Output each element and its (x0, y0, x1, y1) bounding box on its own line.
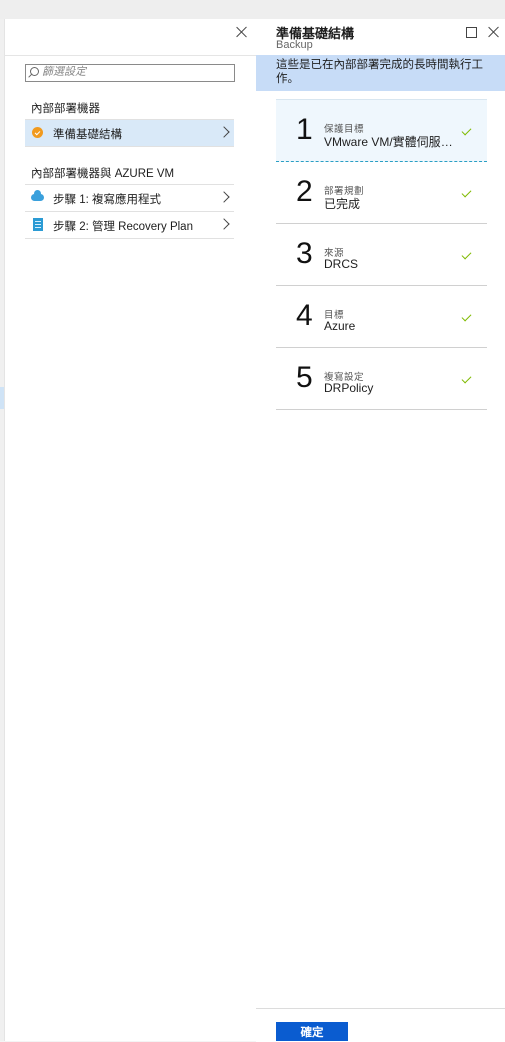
step-number: 4 (296, 299, 313, 332)
filter-settings-input[interactable] (25, 64, 235, 82)
step-number: 5 (296, 361, 313, 394)
blade-footer: 確定 (256, 1008, 505, 1042)
chevron-right-icon (218, 126, 230, 138)
step-value: DRCS (324, 257, 359, 271)
section-heading-onprem: 內部部署機器 (31, 103, 100, 115)
search-icon (30, 67, 39, 76)
checkmark-icon (461, 125, 472, 136)
right-blade: 準備基礎結構 Backup 這些是已在內部部署完成的長時間執行工作。 1 保護目… (256, 19, 505, 1042)
left-blade: 內部部署機器 準備基礎結構 內部部署機器與 AZURE VM 步驟 1: 複寫應… (0, 19, 257, 1041)
step-value: Azure (324, 319, 356, 333)
portal-top-bar (0, 0, 505, 20)
step-number: 3 (296, 237, 313, 270)
cloud-icon (31, 190, 44, 201)
step-source[interactable]: 3 來源 DRCS (276, 224, 487, 286)
maximize-icon[interactable] (466, 27, 477, 38)
close-icon[interactable] (236, 26, 248, 38)
menu-item-label: 準備基礎結構 (53, 129, 122, 141)
menu-item-manage-recovery-plan[interactable]: 步驟 2: 管理 Recovery Plan (25, 212, 234, 239)
book-icon (33, 218, 43, 231)
collapsed-blade-marker (0, 387, 4, 409)
checkmark-icon (461, 311, 472, 322)
menu-item-replicate-application[interactable]: 步驟 1: 複寫應用程式 (25, 184, 234, 212)
step-value: DRPolicy (324, 381, 374, 395)
step-value: 已完成 (324, 197, 361, 211)
menu-item-label: 步驟 1: 複寫應用程式 (53, 194, 161, 206)
checkmark-icon (461, 187, 472, 198)
steps-list: 1 保護目標 VMware VM/實體伺服器到 Azure 2 部署規劃 已完成… (276, 99, 487, 410)
step-number: 2 (296, 175, 313, 208)
ok-button[interactable]: 確定 (276, 1022, 348, 1041)
checkmark-icon (461, 249, 472, 260)
filter-input[interactable] (42, 65, 228, 79)
step-number: 1 (296, 113, 313, 146)
step-deployment-planning[interactable]: 2 部署規劃 已完成 (276, 162, 487, 224)
blade-subtitle: Backup (276, 39, 313, 51)
step-target[interactable]: 4 目標 Azure (276, 286, 487, 348)
menu-item-prepare-infrastructure[interactable]: 準備基礎結構 (25, 119, 234, 147)
left-blade-header (4, 19, 256, 56)
chevron-right-icon (218, 191, 230, 203)
section-heading-onprem-azure: 內部部署機器與 AZURE VM (31, 168, 175, 180)
menu-item-label: 步驟 2: 管理 Recovery Plan (53, 221, 193, 233)
step-protection-goal[interactable]: 1 保護目標 VMware VM/實體伺服器到 Azure (276, 99, 487, 162)
orange-check-circle-icon (32, 127, 43, 138)
step-replication-settings[interactable]: 5 複寫設定 DRPolicy (276, 348, 487, 410)
collapsed-blade-edge[interactable] (0, 19, 5, 1041)
step-value: VMware VM/實體伺服器到 Azure (324, 135, 462, 149)
checkmark-icon (461, 373, 472, 384)
chevron-right-icon (218, 218, 230, 230)
info-banner: 這些是已在內部部署完成的長時間執行工作。 (256, 55, 505, 91)
info-text: 這些是已在內部部署完成的長時間執行工作。 (276, 59, 483, 85)
close-icon[interactable] (488, 26, 500, 38)
